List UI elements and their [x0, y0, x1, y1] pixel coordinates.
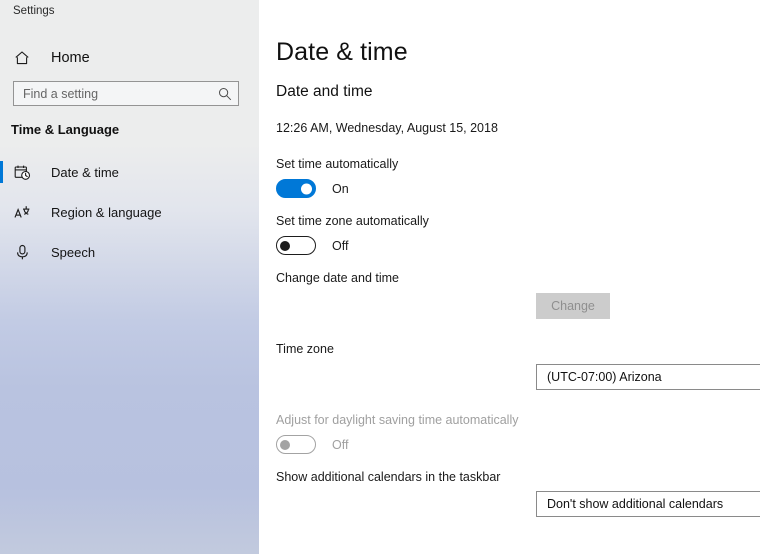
set-time-automatically-label: Set time automatically — [276, 157, 398, 171]
additional-calendars-value: Don't show additional calendars — [547, 497, 760, 511]
sidebar-item-region-and-language[interactable]: Region & language — [0, 192, 259, 232]
change-date-time-button[interactable]: Change — [536, 293, 610, 319]
calendar-clock-icon — [14, 164, 34, 181]
language-icon — [14, 204, 34, 221]
toggle-knob — [301, 183, 312, 194]
sidebar-item-label: Region & language — [51, 205, 162, 220]
search-icon[interactable] — [218, 87, 232, 101]
additional-calendars-dropdown[interactable]: Don't show additional calendars — [536, 491, 760, 517]
daylight-saving-toggle — [276, 435, 316, 454]
home-label: Home — [51, 50, 90, 66]
daylight-saving-row: Off — [276, 435, 348, 454]
sidebar-item-speech[interactable]: Speech — [0, 232, 259, 272]
main-content: Date & time Date and time 12:26 AM, Wedn… — [259, 0, 760, 554]
sidebar-item-date-and-time[interactable]: Date & time — [0, 152, 259, 192]
current-datetime-text: 12:26 AM, Wednesday, August 15, 2018 — [276, 121, 498, 135]
app-title: Settings — [13, 5, 55, 17]
time-zone-dropdown[interactable]: (UTC-07:00) Arizona — [536, 364, 760, 390]
set-time-zone-automatically-toggle[interactable] — [276, 236, 316, 255]
set-time-zone-automatically-row[interactable]: Off — [276, 236, 348, 255]
sidebar-item-label: Date & time — [51, 165, 119, 180]
sidebar: Settings Home Time & Language — [0, 0, 259, 554]
set-time-automatically-row[interactable]: On — [276, 179, 349, 198]
set-time-zone-automatically-state: Off — [332, 239, 348, 253]
page-title: Date & time — [276, 38, 408, 67]
microphone-icon — [14, 244, 34, 261]
change-date-and-time-label: Change date and time — [276, 271, 399, 285]
search-box[interactable] — [13, 81, 239, 106]
additional-calendars-label: Show additional calendars in the taskbar — [276, 470, 500, 484]
sidebar-nav: Date & time Region & language — [0, 152, 259, 272]
search-input[interactable] — [23, 87, 218, 101]
sidebar-item-label: Speech — [51, 245, 95, 260]
time-zone-label: Time zone — [276, 342, 334, 356]
section-heading: Date and time — [276, 83, 373, 101]
set-time-automatically-state: On — [332, 182, 349, 196]
toggle-knob — [280, 440, 290, 450]
set-time-automatically-toggle[interactable] — [276, 179, 316, 198]
toggle-knob — [280, 241, 290, 251]
daylight-saving-label: Adjust for daylight saving time automati… — [276, 413, 518, 427]
home-icon — [14, 50, 34, 66]
sidebar-item-home[interactable]: Home — [0, 45, 259, 71]
daylight-saving-state: Off — [332, 438, 348, 452]
set-time-zone-automatically-label: Set time zone automatically — [276, 214, 429, 228]
time-zone-value: (UTC-07:00) Arizona — [547, 370, 760, 384]
nav-group-title: Time & Language — [11, 122, 119, 137]
